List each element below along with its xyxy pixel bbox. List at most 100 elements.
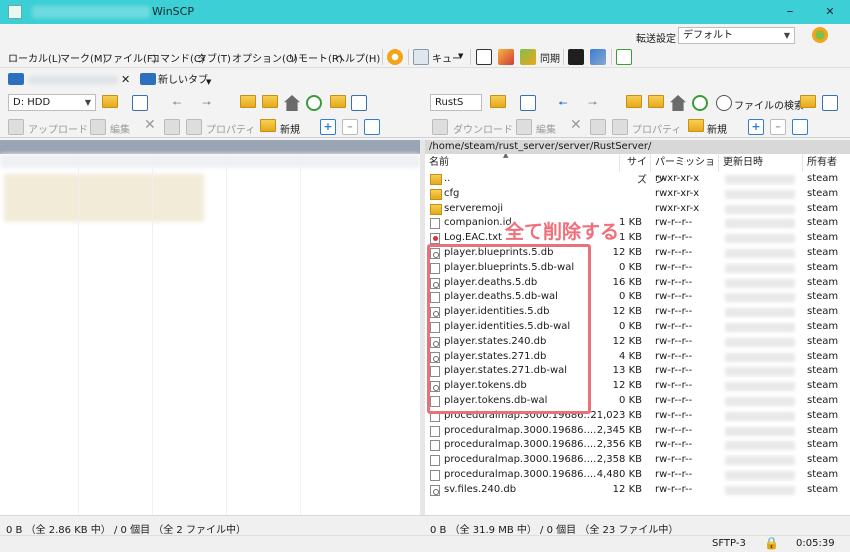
synchronize-icon[interactable] bbox=[520, 49, 536, 65]
file-row[interactable]: cfg rwxr-xr-x steam bbox=[425, 187, 850, 202]
remote-file-list[interactable]: 名前 ▲ サイズ パーミッション 更新日時 所有者 .. rwxr-xr-x ste… bbox=[425, 154, 850, 515]
properties-icon[interactable] bbox=[186, 119, 202, 135]
file-row[interactable]: proceduralmap.3000.19686.... 4,480 KB rw-r… bbox=[425, 468, 850, 483]
file-row[interactable]: serveremoji rwxr-xr-x steam bbox=[425, 202, 850, 217]
file-row[interactable]: player.states.271.db 4 KB rw-r--r-- steam bbox=[425, 350, 850, 365]
menu-help[interactable]: ヘルプ(H) bbox=[335, 50, 380, 65]
file-row[interactable]: companion.id 1 KB rw-r--r-- steam bbox=[425, 216, 850, 231]
file-row[interactable]: player.blueprints.5.db 12 KB rw-r--r-- stea… bbox=[425, 246, 850, 261]
file-row[interactable]: player.deaths.5.db 16 KB rw-r--r-- steam bbox=[425, 276, 850, 291]
minimize-button[interactable]: – bbox=[770, 0, 810, 24]
sync-browse-icon[interactable] bbox=[498, 49, 514, 65]
menu-tab[interactable]: タブ(T) bbox=[197, 50, 231, 65]
rename-icon[interactable] bbox=[590, 119, 606, 135]
column-owner[interactable]: 所有者 bbox=[803, 154, 850, 172]
upload-icon[interactable] bbox=[8, 119, 24, 135]
back-arrow-icon[interactable]: 🠔 bbox=[172, 95, 182, 114]
edit-icon[interactable] bbox=[516, 119, 532, 135]
edit-icon[interactable] bbox=[90, 119, 106, 135]
file-row[interactable]: player.blueprints.5.db-wal 0 KB rw-r--r-- s… bbox=[425, 261, 850, 276]
refresh-icon[interactable] bbox=[692, 95, 708, 111]
refresh-icon[interactable] bbox=[306, 95, 322, 111]
download-icon[interactable] bbox=[432, 119, 448, 135]
putty-icon[interactable] bbox=[590, 49, 606, 65]
file-row[interactable]: proceduralmap.3000.19686.... 2,345 KB rw-r… bbox=[425, 424, 850, 439]
column-modified[interactable]: 更新日時 bbox=[719, 154, 803, 172]
parent-dir-icon[interactable] bbox=[240, 95, 256, 108]
unselect-icon[interactable]: – bbox=[770, 119, 786, 135]
root-dir-icon[interactable] bbox=[262, 95, 278, 108]
tab-new[interactable]: 新しいタブ bbox=[158, 72, 208, 90]
console-icon[interactable] bbox=[568, 49, 584, 65]
file-row[interactable]: player.tokens.db-wal 0 KB rw-r--r-- steam bbox=[425, 394, 850, 409]
remote-path-bar[interactable]: /home/steam/rust_server/server/RustServe… bbox=[425, 140, 850, 154]
menu-local[interactable]: ローカル(L) bbox=[8, 50, 61, 65]
properties-icon[interactable] bbox=[612, 119, 628, 135]
remote-drive-dropdown[interactable]: RustS bbox=[430, 94, 482, 111]
transfer-settings-dropdown[interactable]: デフォルト ▼ bbox=[678, 27, 795, 44]
select-all-icon[interactable]: + bbox=[748, 119, 764, 135]
column-permissions[interactable]: パーミッション bbox=[651, 154, 719, 186]
file-row[interactable]: proceduralmap.3000.19686.... 2,358 KB rw-r… bbox=[425, 453, 850, 468]
file-row[interactable]: proceduralmap.3000.19686.... 21,023 KB rw-… bbox=[425, 409, 850, 424]
parent-dir-icon[interactable] bbox=[626, 95, 642, 108]
column-name[interactable]: 名前 bbox=[425, 154, 620, 172]
open-folder-icon[interactable] bbox=[490, 95, 506, 108]
refresh-session-icon[interactable] bbox=[616, 49, 632, 65]
chevron-down-icon[interactable]: ▼ bbox=[206, 78, 211, 86]
file-row[interactable]: Log.EAC.txt 1 KB rw-r--r-- steam bbox=[425, 231, 850, 246]
edit-button[interactable]: 編集 bbox=[110, 121, 130, 136]
search-icon[interactable] bbox=[716, 95, 732, 111]
new-folder-icon[interactable] bbox=[260, 119, 276, 132]
open-folder-icon[interactable] bbox=[102, 95, 118, 108]
close-tab-icon[interactable]: ✕ bbox=[121, 73, 130, 86]
menu-file[interactable]: ファイル(F) bbox=[103, 50, 157, 65]
file-row[interactable]: player.deaths.5.db-wal 0 KB rw-r--r-- steam bbox=[425, 290, 850, 305]
synchronize-button[interactable]: 同期 bbox=[540, 50, 560, 65]
view-mode-icon[interactable] bbox=[822, 95, 838, 111]
file-row[interactable]: player.identities.5.db 12 KB rw-r--r-- stea… bbox=[425, 305, 850, 320]
view-mode-icon[interactable] bbox=[351, 95, 367, 111]
filter-icon[interactable] bbox=[132, 95, 148, 111]
preferences-gear-icon[interactable] bbox=[387, 49, 403, 65]
properties-button[interactable]: プロパティ bbox=[206, 121, 255, 136]
menu-mark[interactable]: マーク(M) bbox=[60, 50, 106, 65]
file-row[interactable]: player.tokens.db 12 KB rw-r--r-- steam bbox=[425, 379, 850, 394]
file-row[interactable]: player.states.240.db 12 KB rw-r--r-- steam bbox=[425, 335, 850, 350]
chevron-down-icon[interactable]: ▼ bbox=[458, 52, 463, 60]
local-drive-dropdown[interactable]: D: HDD ▼ bbox=[8, 94, 96, 111]
edit-button[interactable]: 編集 bbox=[536, 121, 556, 136]
forward-arrow-icon[interactable]: 🠖 bbox=[588, 95, 598, 114]
back-arrow-icon[interactable]: 🠔 bbox=[558, 95, 568, 114]
unselect-icon[interactable]: – bbox=[342, 119, 358, 135]
forward-arrow-icon[interactable]: 🠖 bbox=[202, 95, 212, 114]
new-button[interactable]: 新規 bbox=[280, 121, 300, 136]
queue-icon[interactable] bbox=[413, 49, 429, 65]
root-dir-icon[interactable] bbox=[648, 95, 664, 108]
find-files-button[interactable]: ファイルの検索 bbox=[734, 97, 804, 112]
find-files-icon[interactable] bbox=[800, 95, 816, 108]
filter-select-icon[interactable] bbox=[792, 119, 808, 135]
delete-icon[interactable]: ✕ bbox=[144, 117, 156, 133]
local-path-bar[interactable] bbox=[0, 140, 420, 154]
find-files-icon[interactable] bbox=[330, 95, 346, 108]
column-size[interactable]: サイズ bbox=[620, 154, 651, 186]
new-button[interactable]: 新規 bbox=[707, 121, 727, 136]
file-row[interactable]: .. rwxr-xr-x steam bbox=[425, 172, 850, 187]
filter-icon[interactable] bbox=[520, 95, 536, 111]
file-row[interactable]: player.identities.5.db-wal 0 KB rw-r--r-- s… bbox=[425, 320, 850, 335]
filter-select-icon[interactable] bbox=[364, 119, 380, 135]
update-globe-icon[interactable] bbox=[812, 27, 828, 43]
file-row[interactable]: player.states.271.db-wal 13 KB rw-r--r-- st… bbox=[425, 364, 850, 379]
download-button[interactable]: ダウンロード bbox=[453, 121, 513, 136]
rename-icon[interactable] bbox=[164, 119, 180, 135]
new-folder-icon[interactable] bbox=[688, 119, 704, 132]
delete-icon[interactable]: ✕ bbox=[570, 117, 582, 133]
compare-dirs-icon[interactable] bbox=[476, 49, 492, 65]
file-row[interactable]: proceduralmap.3000.19686.... 2,356 KB rw-r… bbox=[425, 438, 850, 453]
select-all-icon[interactable]: + bbox=[320, 119, 336, 135]
home-icon[interactable] bbox=[284, 95, 300, 111]
upload-button[interactable]: アップロード bbox=[28, 121, 88, 136]
local-file-list[interactable] bbox=[0, 154, 420, 515]
home-icon[interactable] bbox=[670, 95, 686, 111]
